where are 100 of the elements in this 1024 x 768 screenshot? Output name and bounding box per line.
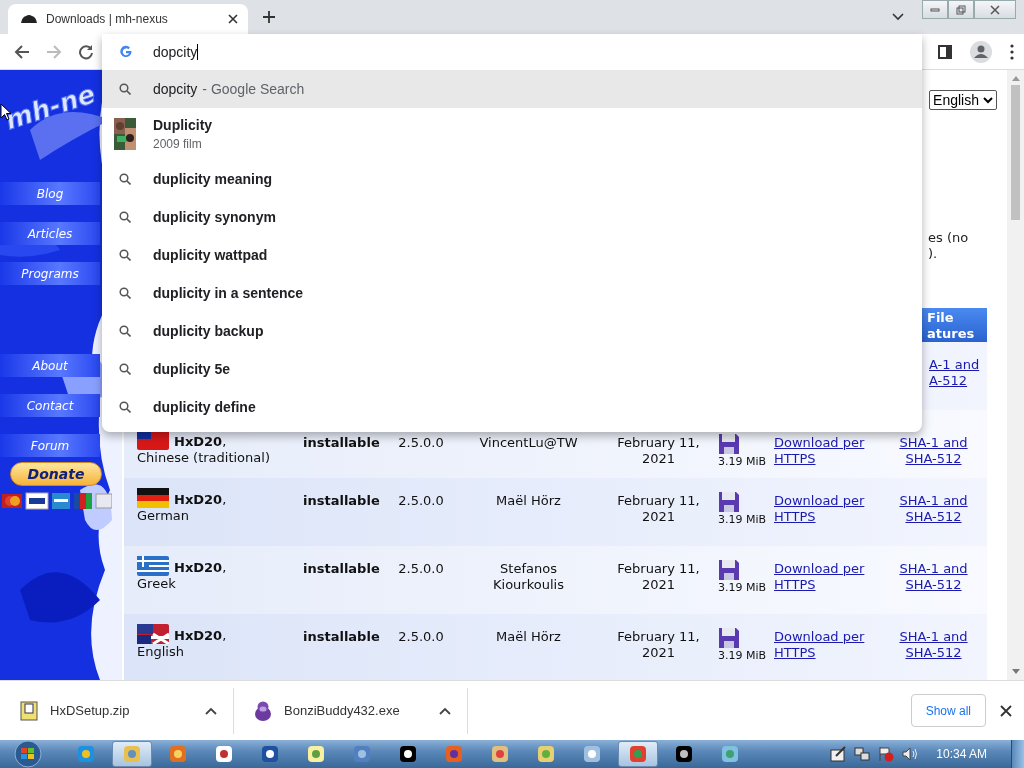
suggestion-text: duplicity meaning <box>153 171 272 187</box>
suggestion-title: Duplicity <box>153 117 213 133</box>
app-icon <box>307 745 325 763</box>
nav-link[interactable]: Contact <box>0 394 100 417</box>
author-cell-text: Maël Hörz <box>495 493 562 510</box>
suggestion-item[interactable]: duplicity 5e <box>102 350 922 388</box>
flag-icon <box>137 624 169 644</box>
file-size: 3.19 MiB <box>718 649 767 663</box>
version-cell-text: 2.5.0.0 <box>397 435 445 452</box>
action-center-icon[interactable] <box>830 746 847 762</box>
back-icon[interactable] <box>14 43 30 60</box>
flag-icon <box>137 430 169 450</box>
hash-link[interactable]: SHA-1 and SHA-512 <box>896 561 971 593</box>
search-icon <box>119 401 131 413</box>
app-icon <box>77 745 95 763</box>
download-item[interactable]: HxDSetup.zip <box>0 687 234 734</box>
download-link[interactable]: Download per HTTPS <box>774 561 890 593</box>
search-icon <box>119 173 131 185</box>
donate-button[interactable]: Donate <box>10 462 102 486</box>
suggestion-text: duplicity define <box>153 399 256 415</box>
app-icon <box>629 745 647 763</box>
version-cell-text: 2.5.0.0 <box>397 561 445 578</box>
hash-link[interactable]: SHA-1 and SHA-512 <box>896 493 971 525</box>
profile-icon[interactable] <box>970 40 992 63</box>
suggestion-item[interactable]: duplicity define <box>102 388 922 426</box>
nav-link[interactable]: Blog <box>0 182 100 205</box>
network-icon[interactable] <box>854 746 871 762</box>
side-panel-icon[interactable] <box>938 44 952 59</box>
program-name: HxD20, <box>174 492 227 508</box>
search-icon <box>119 83 131 95</box>
chevron-down-icon[interactable] <box>892 13 904 21</box>
program-name: HxD20, <box>174 560 227 576</box>
hash-link[interactable]: SHA-1 and SHA-512 <box>896 435 971 467</box>
type-cell-text: installable <box>302 629 381 646</box>
type-cell-text: installable <box>302 493 381 510</box>
intro-text: es (no ). <box>928 230 970 262</box>
clock[interactable]: 10:34 AM <box>936 747 987 761</box>
hash-link[interactable]: A-1 and A-512 <box>929 357 987 389</box>
close-icon[interactable] <box>1000 704 1012 717</box>
file-size: 3.19 MiB <box>718 455 767 469</box>
program-name: HxD20, <box>174 434 227 450</box>
close-icon[interactable] <box>228 14 238 24</box>
author-cell-text: Maël Hörz <box>495 629 562 646</box>
file-size: 3.19 MiB <box>718 581 767 595</box>
download-link[interactable]: Download per HTTPS <box>774 629 890 661</box>
close-icon <box>990 4 1000 15</box>
nav-link[interactable]: Articles <box>0 222 100 245</box>
caret-up-icon[interactable] <box>205 706 217 715</box>
scroll-down-icon[interactable] <box>1011 669 1020 674</box>
caret-up-icon[interactable] <box>439 706 451 715</box>
gorilla-icon <box>254 700 272 721</box>
scrollbar-thumb[interactable] <box>1011 85 1020 220</box>
address-field[interactable]: dopcity <box>153 44 198 60</box>
reload-icon[interactable] <box>78 43 94 60</box>
suggestion-item[interactable]: duplicity wattpad <box>102 236 922 274</box>
download-item[interactable]: BonziBuddy432.exe <box>234 687 468 734</box>
flag-error-icon[interactable] <box>878 746 895 762</box>
app-icon <box>261 745 279 763</box>
nav-link[interactable]: Programs <box>0 262 100 285</box>
suggestion-item[interactable]: Duplicity 2009 film <box>102 108 922 160</box>
chevron-down-icon <box>983 96 993 104</box>
program-name: HxD20, <box>174 628 227 644</box>
search-icon <box>119 211 131 223</box>
search-icon <box>119 325 131 337</box>
app-icon <box>123 745 141 763</box>
app-icon <box>675 745 693 763</box>
nav-link[interactable]: About <box>0 354 100 377</box>
suggestion-item[interactable]: duplicity meaning <box>102 160 922 198</box>
suggestion-text: duplicity backup <box>153 323 264 339</box>
suggestion-text: duplicity 5e <box>153 361 231 377</box>
language-name: German <box>137 508 191 524</box>
type-cell-text: installable <box>302 561 381 578</box>
minimize-icon <box>930 6 940 13</box>
download-link[interactable]: Download per HTTPS <box>774 493 890 525</box>
search-icon <box>119 249 131 261</box>
browser-tab[interactable]: Downloads | mh-nexus <box>8 4 248 34</box>
close-button[interactable] <box>974 0 1016 19</box>
flag-icon <box>137 556 169 576</box>
download-link[interactable]: Download per HTTPS <box>774 435 890 467</box>
suggestion-item[interactable]: duplicity backup <box>102 312 922 350</box>
suggestion-item[interactable]: dopcity - Google Search <box>102 70 922 108</box>
hash-link[interactable]: SHA-1 and SHA-512 <box>896 629 971 661</box>
nav-link[interactable]: Forum <box>0 434 100 457</box>
suggestion-item[interactable]: duplicity in a sentence <box>102 274 922 312</box>
version-cell-text: 2.5.0.0 <box>397 493 445 510</box>
volume-icon[interactable] <box>902 746 919 762</box>
menu-icon[interactable] <box>1010 43 1014 60</box>
text-cursor <box>197 44 199 60</box>
app-icon <box>583 745 601 763</box>
language-select[interactable]: English <box>929 90 997 110</box>
hat-icon <box>20 14 38 24</box>
app-icon <box>721 745 739 763</box>
column-header: File atures <box>927 309 976 342</box>
scrollbar[interactable] <box>1007 70 1024 680</box>
suggestion-item[interactable]: duplicity synonym <box>102 198 922 236</box>
new-tab-icon[interactable] <box>262 10 276 24</box>
show-all-button[interactable]: Show all <box>910 694 986 727</box>
author-cell-text: VincentLu@TW <box>478 435 579 452</box>
show-desktop-button[interactable] <box>1011 740 1024 768</box>
restore-button[interactable] <box>948 0 974 19</box>
